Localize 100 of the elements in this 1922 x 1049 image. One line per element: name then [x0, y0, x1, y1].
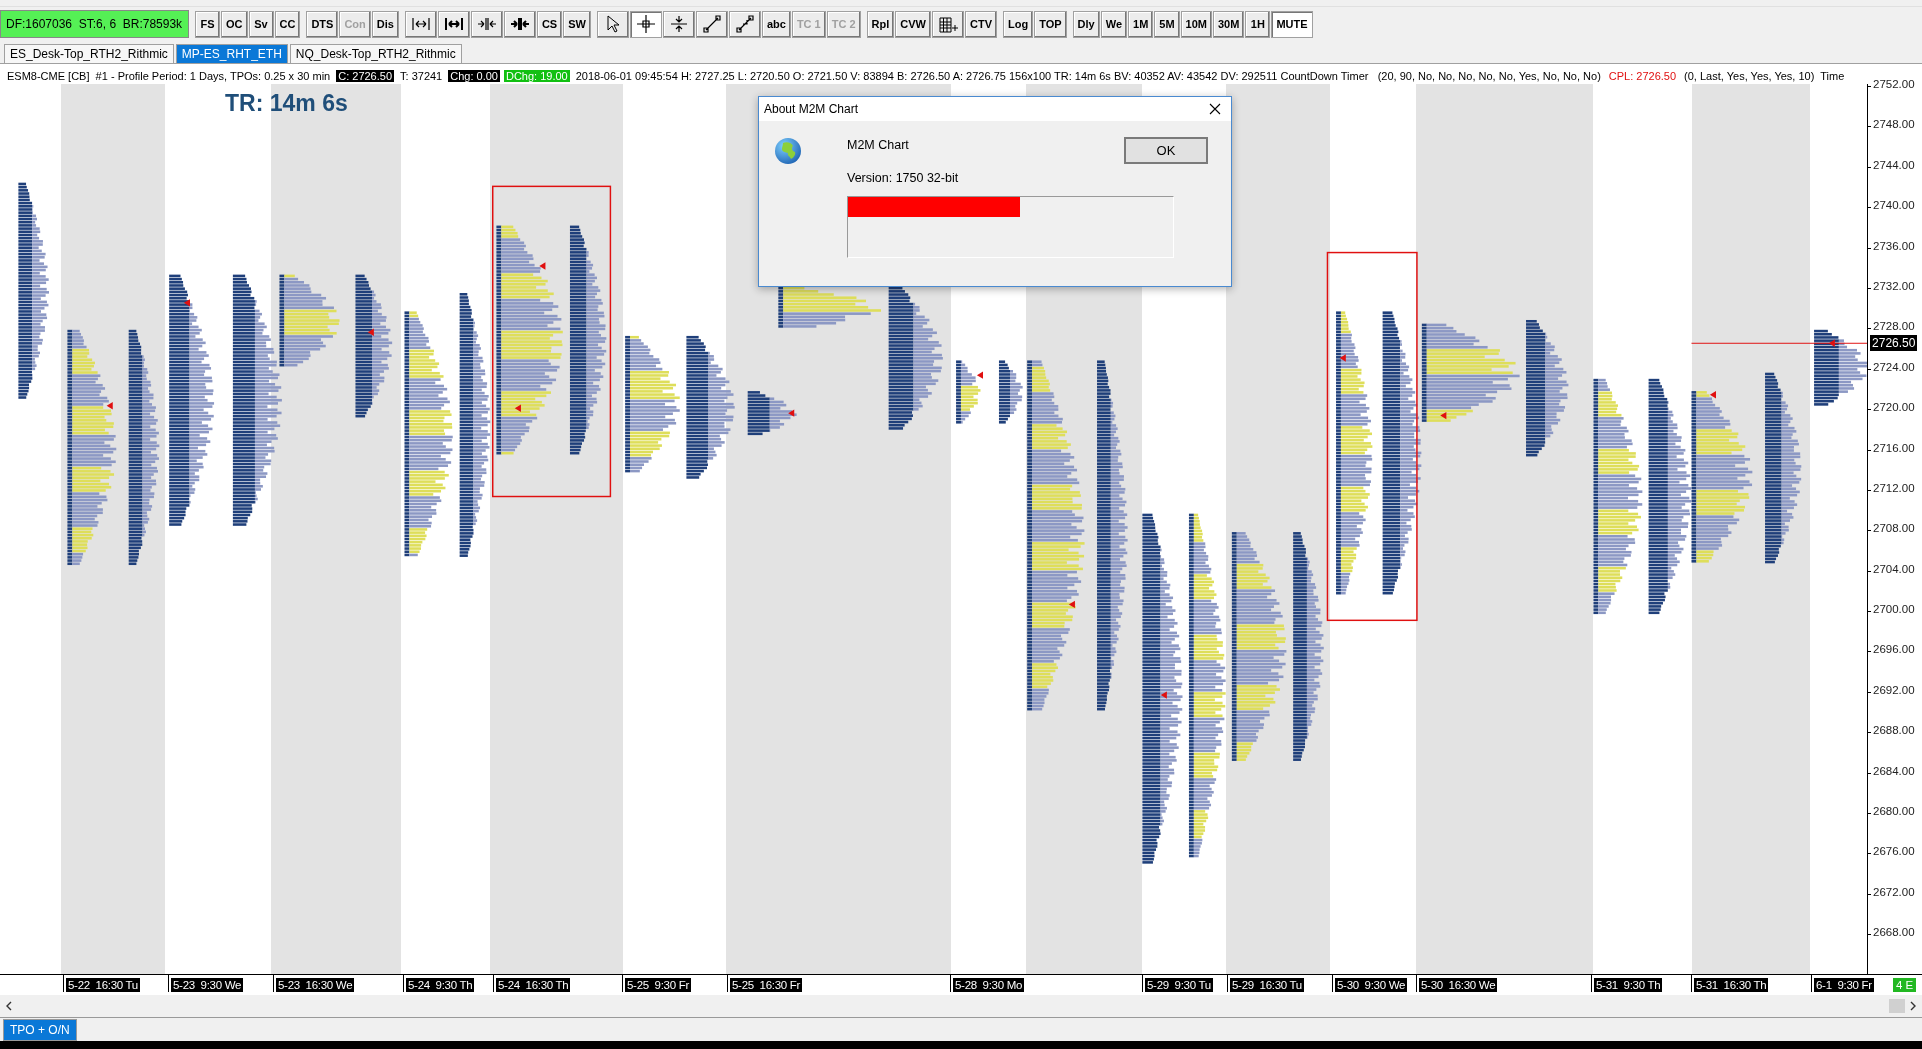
triangle-marker [1339, 354, 1346, 362]
toolbar-button[interactable]: 30M [1213, 10, 1245, 38]
scroll-left-icon[interactable] [5, 1001, 13, 1011]
time-label: 6-1 9:30 Fr [1814, 978, 1874, 992]
version-text: Version: 1750 32-bit [847, 170, 959, 186]
toolbar-button[interactable]: 10M [1180, 10, 1212, 38]
info-text: ESM8-CME [CB] #1 - Profile Period: 1 Days, TPOs: 0.25 x 30 min [6, 69, 332, 82]
toolbar-button[interactable]: SW [563, 10, 591, 38]
close-icon[interactable] [1209, 103, 1221, 115]
tool-button[interactable] [596, 10, 629, 38]
triangle-marker [106, 402, 113, 410]
status-readout: DF:1607036 ST:6, 6 BR:78593k [0, 10, 189, 38]
price-label: 2692.00 [1873, 683, 1915, 696]
info-text: 2018-06-01 09:45:54 H: 2727.25 L: 2720.50 O: 2721.50 V: 83894 B: 2726.50 A: 2726.75 156x100 TR: 14m 6s BV: 40352 AV: 43542 DV: 292511 CountDown Timer (20, 90, No, No, No, No, No, Yes, No, No, No) [574, 69, 1602, 82]
toolbar-button[interactable]: FS [195, 10, 220, 38]
tool-button[interactable] [629, 10, 662, 38]
tool-button[interactable] [404, 10, 437, 38]
toolbar-button[interactable]: MUTE [1271, 10, 1313, 38]
tpo-profile-drawing [956, 360, 981, 424]
line-icon [701, 14, 722, 34]
toolbar-button[interactable]: Rpl [866, 10, 895, 38]
triangle-marker [976, 371, 984, 379]
status-badge: 4 E [1893, 978, 1917, 992]
price-label: 2728.00 [1873, 320, 1915, 333]
time-label: 5-31 16:30 Th [1694, 978, 1769, 992]
ok-button[interactable]: OK [1124, 137, 1208, 164]
layout-tab[interactable]: TPO + O/N [3, 1019, 77, 1041]
toolbar-button[interactable]: OC [221, 10, 248, 38]
toolbar-button[interactable]: 1M [1128, 10, 1154, 38]
time-label: 5-28 9:30 Mo [953, 978, 1025, 992]
toolbar-button[interactable]: Dly [1072, 10, 1100, 38]
triangle-marker [1828, 339, 1835, 347]
toolbar-button[interactable]: DTS [306, 10, 339, 38]
price-label: 2696.00 [1873, 643, 1915, 656]
price-label: 2680.00 [1873, 805, 1915, 817]
price-label: 2716.00 [1873, 441, 1915, 454]
triangle-marker [539, 262, 546, 270]
time-label: 5-22 16:30 Tu [66, 978, 140, 992]
time-label: 5-30 9:30 We [1335, 978, 1408, 992]
tool-button[interactable] [932, 10, 964, 38]
price-label: 2676.00 [1873, 845, 1915, 858]
tool-button[interactable] [503, 10, 536, 38]
time-label: 5-30 16:30 We [1419, 978, 1498, 992]
toolbar-button[interactable]: We [1100, 10, 1127, 38]
time-label: 5-25 9:30 Fr [625, 978, 691, 992]
tool-button[interactable] [728, 10, 761, 38]
triangle-marker [514, 404, 521, 412]
tool-button[interactable] [470, 10, 503, 38]
grid-plus-icon [938, 14, 958, 34]
toolbar-button[interactable]: 1H [1245, 10, 1271, 38]
price-label: 2708.00 [1873, 522, 1915, 535]
toolbar-button[interactable]: CS [536, 10, 563, 38]
price-label: 2736.00 [1873, 239, 1915, 252]
time-label: 5-31 9:30 Th [1594, 978, 1663, 992]
triangle-marker [1440, 411, 1447, 420]
time-label: 5-25 16:30 Fr [730, 978, 803, 992]
price-label: 2712.00 [1873, 481, 1915, 494]
info-text: CPL: 2726.50 [1607, 69, 1678, 82]
triangle-marker [183, 299, 190, 307]
info-text: Chg: 0.00 [448, 69, 500, 82]
time-label: 5-29 16:30 Tu [1230, 978, 1304, 992]
dialog-title: About M2M Chart [764, 102, 859, 116]
tool-button[interactable] [695, 10, 728, 38]
timer-label: TR: 14m 6s [225, 90, 348, 117]
toolbar-button[interactable]: TOP [1034, 10, 1067, 38]
price-label: 2732.00 [1873, 279, 1915, 292]
toolbar-button[interactable]: CTV [965, 10, 997, 38]
time-label: 5-23 9:30 We [171, 978, 244, 992]
price-label: 2668.00 [1873, 926, 1915, 939]
chart-tab[interactable]: ES_Desk-Top_RTH2_Rithmic [4, 44, 174, 63]
chart-tab[interactable]: NQ_Desk-Top_RTH2_Rithmic [289, 44, 462, 63]
toolbar-button[interactable]: 5M [1154, 10, 1180, 38]
tool-button[interactable] [662, 10, 695, 38]
info-text: (0, Last, Yes, Yes, Yes, 10) Time [1683, 69, 1846, 82]
chart-tab[interactable]: MP-ES_RHT_ETH [175, 44, 288, 63]
toolbar-button[interactable]: Sv [248, 10, 274, 38]
price-label: 2744.00 [1873, 158, 1915, 171]
info-text: DChg: 19.00 [503, 69, 570, 82]
scroll-right-icon[interactable] [1909, 1001, 1917, 1011]
current-price-label: 2726.50 [1870, 335, 1918, 352]
triangle-marker [1160, 691, 1167, 699]
toolbar-button[interactable]: CVW [895, 10, 931, 38]
price-label: 2672.00 [1873, 885, 1915, 898]
triangle-marker [1709, 391, 1716, 399]
toolbar-button[interactable]: Log [1003, 10, 1034, 38]
triangle-marker [788, 409, 795, 417]
tool-button[interactable] [437, 10, 470, 38]
price-label: 2748.00 [1873, 118, 1915, 131]
crosshair-icon [635, 14, 656, 34]
price-label: 2752.00 [1873, 78, 1915, 90]
info-text: T: 37241 [399, 69, 444, 82]
toolbar-button[interactable]: CC [274, 10, 301, 38]
price-label: 2724.00 [1873, 360, 1915, 373]
price-label: 2740.00 [1873, 199, 1915, 212]
toolbar-button[interactable]: abc [761, 10, 791, 38]
tpo-profile-drawing [747, 391, 797, 436]
toolbar-button[interactable]: Dis [371, 10, 399, 38]
time-label: 5-24 16:30 Th [496, 978, 571, 992]
price-label: 2684.00 [1873, 764, 1915, 777]
scroll-thumb[interactable] [1889, 999, 1905, 1013]
